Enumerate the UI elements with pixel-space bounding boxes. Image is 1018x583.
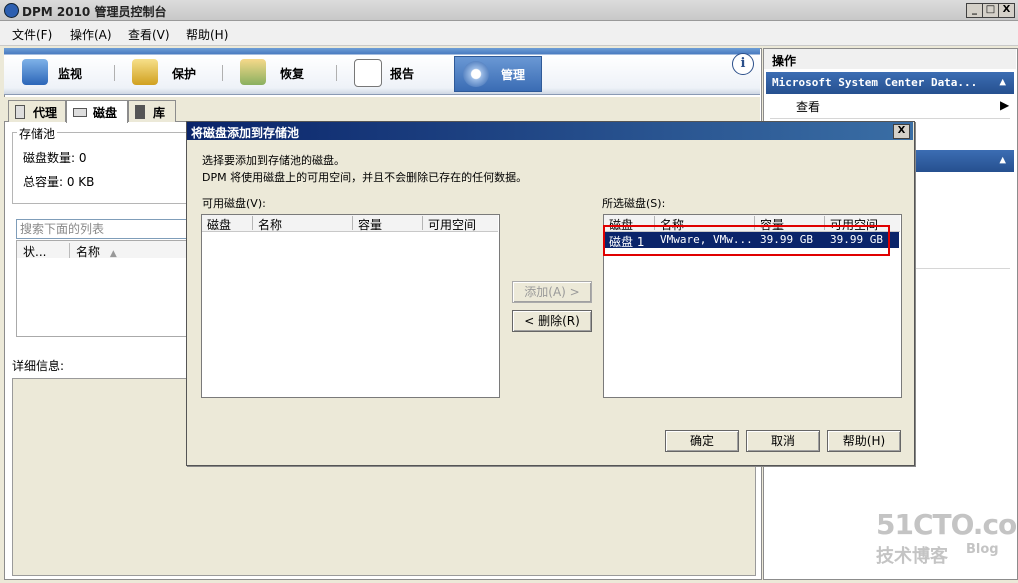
menu-view[interactable]: 查看(V) (128, 26, 170, 43)
list-header: 状... 名称 ▲ (16, 240, 190, 260)
disk-list[interactable] (16, 258, 190, 337)
storage-pool-group: 存储池 磁盘数量: 0 总容量: 0 KB (12, 125, 190, 204)
nav-recover-label: 恢复 (280, 67, 305, 81)
minimize-button[interactable]: _ (966, 3, 983, 18)
agent-icon (15, 105, 25, 119)
nav-monitor-label: 监视 (58, 67, 83, 81)
menu-bar: 文件(F) 操作(A) 查看(V) 帮助(H) (0, 21, 1018, 46)
nav-manage-label: 管理 (501, 68, 526, 82)
collapse-icon[interactable]: ▲ (999, 75, 1006, 88)
tab-agents[interactable]: 代理 (8, 100, 66, 122)
available-disks-label: 可用磁盘(V): (202, 197, 266, 210)
dialog-close-button[interactable]: X (893, 124, 910, 139)
tab-disks-label: 磁盘 (93, 106, 118, 120)
menu-help[interactable]: 帮助(H) (186, 26, 228, 43)
action-view[interactable]: 查看 (796, 98, 820, 115)
dialog-title: 将磁盘添加到存储池 (191, 126, 300, 140)
add-button[interactable]: 添加(A) > (512, 281, 592, 303)
details-label: 详细信息: (12, 359, 65, 373)
maximize-button[interactable]: □ (982, 3, 999, 18)
column-name[interactable]: 名称 (252, 216, 282, 232)
title-bar: DPM 2010 管理员控制台 _ □ X (0, 0, 1018, 21)
close-button[interactable]: X (998, 3, 1015, 18)
disk-icon (73, 108, 87, 117)
nav-manage[interactable]: 管理 (454, 56, 542, 92)
nav-separator (114, 65, 115, 81)
window-title: DPM 2010 管理员控制台 (22, 5, 167, 19)
help-button[interactable]: 帮助(H) (827, 430, 901, 452)
submenu-arrow-icon: ▶ (1000, 98, 1010, 112)
watermark-logo: 51CTO.com (876, 508, 1018, 541)
actions-header: 操作 (764, 49, 1016, 69)
lock-icon (132, 59, 158, 85)
collapse-icon[interactable]: ▲ (999, 153, 1006, 166)
dialog-instruction-1: 选择要添加到存储池的磁盘。 (202, 154, 345, 167)
available-disks-list[interactable] (201, 214, 500, 398)
actions-section-title: Microsoft System Center Data... (772, 76, 978, 89)
app-icon (4, 3, 19, 18)
separator (770, 118, 1010, 119)
tab-disks[interactable]: 磁盘 (66, 100, 128, 123)
nav-report[interactable]: 报告 (354, 55, 434, 91)
nav-protect[interactable]: 保护 (132, 55, 212, 91)
selected-disks-label: 所选磁盘(S): (602, 197, 666, 210)
menu-file[interactable]: 文件(F) (12, 26, 52, 43)
storage-pool-legend: 存储池 (17, 125, 58, 142)
nav-protect-label: 保护 (172, 67, 197, 81)
actions-title: 操作 (772, 54, 797, 68)
column-capacity[interactable]: 容量 (352, 216, 382, 232)
cancel-button[interactable]: 取消 (746, 430, 820, 452)
tab-library-label: 库 (153, 106, 166, 120)
watermark-blog: Blog (966, 542, 999, 557)
column-free-space[interactable]: 可用空间 (422, 216, 476, 232)
library-icon (135, 105, 145, 119)
nav-separator (222, 65, 223, 81)
disk-count: 磁盘数量: 0 (23, 151, 87, 165)
column-disk[interactable]: 磁盘 (202, 216, 231, 232)
remove-button[interactable]: < 删除(R) (512, 310, 592, 332)
recover-folder-icon (240, 59, 266, 85)
column-name-label: 名称 (76, 245, 101, 259)
nav-recover[interactable]: 恢复 (240, 55, 320, 91)
tab-agents-label: 代理 (33, 106, 58, 120)
watermark-text: 技术博客 (876, 546, 948, 567)
ok-button[interactable]: 确定 (665, 430, 739, 452)
monitor-icon (22, 59, 48, 85)
nav-monitor[interactable]: 监视 (22, 55, 102, 91)
gear-icon (463, 61, 489, 87)
highlight-annotation (603, 225, 890, 256)
actions-section-header[interactable]: Microsoft System Center Data... ▲ (766, 72, 1014, 94)
dialog-instruction-2: DPM 将使用磁盘上的可用空间，并且不会删除已存在的任何数据。 (202, 171, 528, 184)
report-icon (354, 59, 382, 87)
nav-separator (336, 65, 337, 81)
search-input[interactable]: 搜索下面的列表 (16, 219, 191, 239)
dialog-title-bar: 将磁盘添加到存储池 (187, 122, 913, 140)
menu-action[interactable]: 操作(A) (70, 26, 112, 43)
info-icon[interactable]: i (732, 53, 754, 75)
nav-report-label: 报告 (390, 67, 415, 81)
available-list-header: 磁盘 名称 容量 可用空间 (202, 215, 498, 232)
tab-library[interactable]: 库 (128, 100, 176, 122)
total-capacity: 总容量: 0 KB (23, 175, 95, 189)
